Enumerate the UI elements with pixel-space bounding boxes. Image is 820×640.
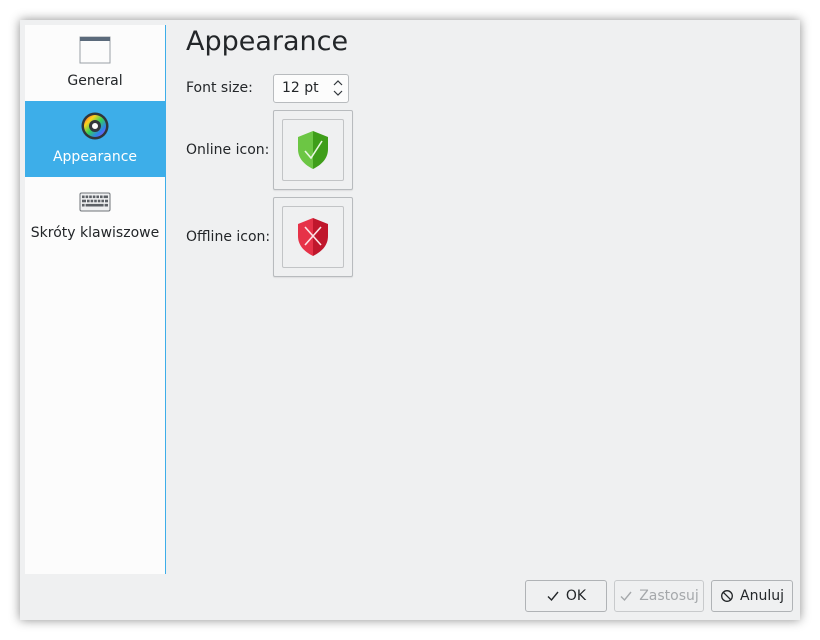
online-icon-button[interactable]: [273, 110, 353, 190]
font-size-value: 12 pt: [282, 80, 319, 96]
cancel-icon: [721, 590, 733, 602]
offline-icon-label: Offline icon:: [186, 229, 271, 245]
font-size-label: Font size:: [186, 80, 253, 96]
spin-arrows-icon[interactable]: [332, 78, 344, 98]
page-title: Appearance: [186, 26, 349, 57]
offline-icon-preview: [282, 206, 344, 268]
apply-button-label: Zastosuj: [639, 588, 699, 604]
shield-x-icon: [298, 218, 328, 256]
sidebar-item-shortcuts[interactable]: Skróty klawiszowe: [25, 177, 165, 253]
sidebar-item-label: General: [67, 73, 123, 89]
settings-dialog: General Appearance Skróty klawiszowe App…: [20, 20, 800, 620]
sidebar-item-appearance[interactable]: Appearance: [25, 101, 165, 177]
online-icon-preview: [282, 119, 344, 181]
ok-button-label: OK: [565, 588, 587, 604]
sidebar-item-label: Skróty klawiszowe: [30, 225, 160, 241]
sidebar-item-label: Appearance: [52, 149, 138, 165]
apply-button[interactable]: Zastosuj: [614, 580, 704, 612]
cancel-button[interactable]: Anuluj: [711, 580, 793, 612]
sidebar-item-general[interactable]: General: [25, 25, 165, 101]
color-wheel-icon: [81, 112, 109, 140]
cancel-button-label: Anuluj: [740, 588, 784, 604]
online-icon-label: Online icon:: [186, 142, 270, 158]
sidebar: General Appearance Skróty klawiszowe: [25, 25, 165, 574]
keyboard-icon: [79, 192, 111, 212]
ok-button[interactable]: OK: [525, 580, 607, 612]
window-icon: [79, 36, 111, 64]
check-icon: [547, 591, 559, 602]
check-icon: [620, 591, 632, 602]
offline-icon-button[interactable]: [273, 197, 353, 277]
shield-check-icon: [298, 131, 328, 169]
font-size-spinbox[interactable]: 12 pt: [273, 74, 349, 103]
sidebar-divider: [165, 25, 166, 574]
